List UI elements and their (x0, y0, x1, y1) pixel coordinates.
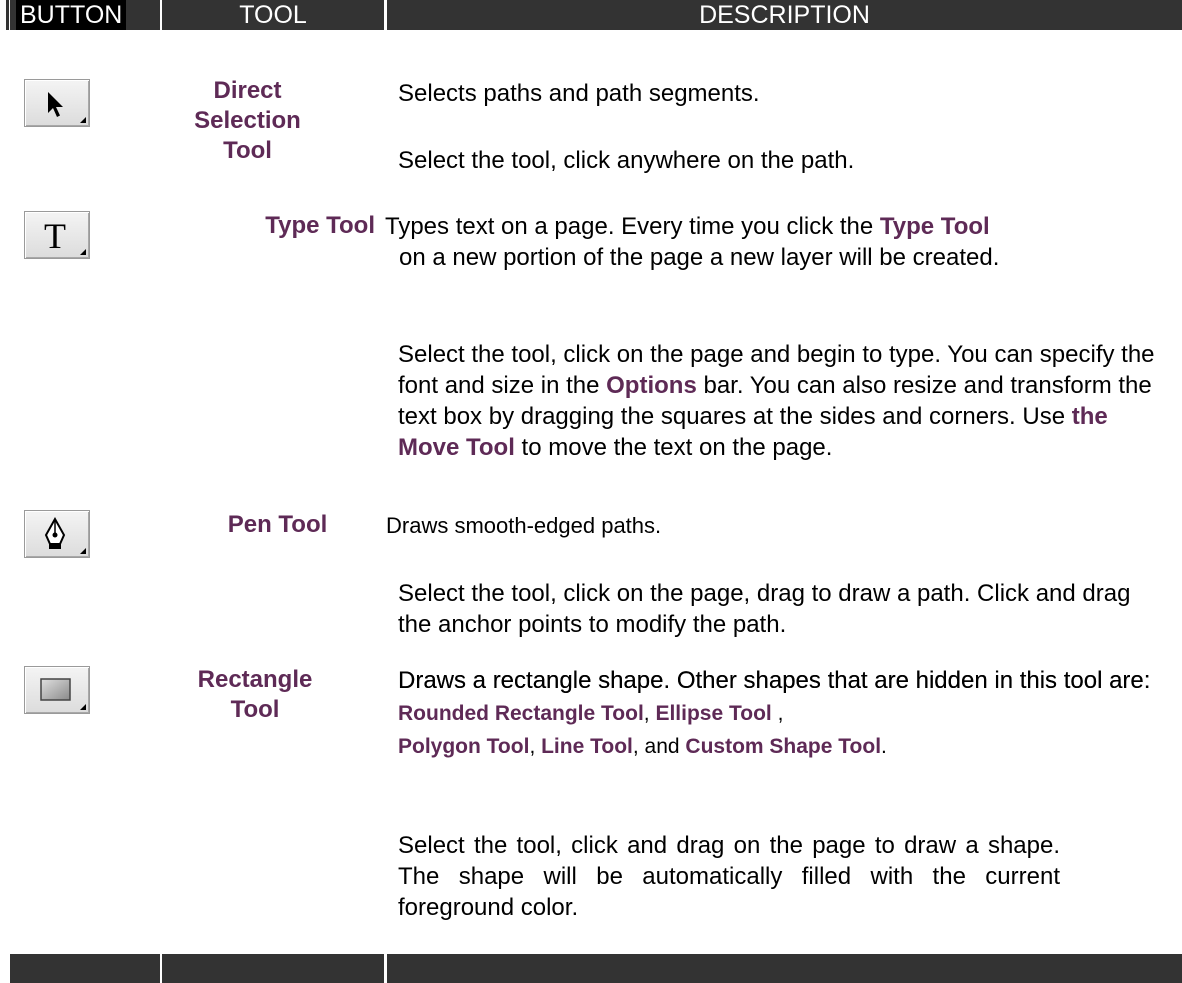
tool-name-line: Tool (223, 137, 272, 164)
highlight-line-tool: Line Tool (541, 735, 633, 758)
highlight-ellipse-tool: Ellipse Tool (655, 702, 772, 725)
header-left-edge (6, 0, 9, 30)
rectangle-description-full: Draws a rectangle shape. Other shapes th… (398, 665, 1180, 763)
highlight-options: Options (606, 372, 697, 399)
description-text: . (881, 735, 887, 758)
header-button-label: BUTTON (16, 0, 127, 30)
flyout-indicator-icon (80, 548, 86, 554)
tool-name-rectangle: Rectangle Tool (190, 665, 320, 725)
highlight-polygon-tool: Polygon Tool (398, 735, 530, 758)
tool-name-pen: Pen Tool (227, 511, 328, 538)
description-text: , (529, 735, 542, 758)
direct-selection-tool-button[interactable] (24, 79, 90, 127)
tool-name-line: Direct (213, 77, 282, 104)
footer-tool-cell (162, 954, 384, 983)
pen-tool-button[interactable] (24, 510, 90, 558)
description-text: , (643, 702, 656, 725)
tool-usage: Select the tool, click anywhere on the p… (398, 147, 855, 174)
highlight-rounded-rectangle-tool: Rounded Rectangle Tool (398, 702, 644, 725)
description-text: Types text on a page. Every time you cli… (385, 213, 880, 240)
tool-name-direct-selection: Direct Selection Tool (180, 76, 315, 166)
tool-description: Selects paths and path segments. (398, 80, 760, 107)
tool-usage: Select the tool, click and drag on the p… (398, 832, 1060, 921)
description-text: , (771, 702, 784, 725)
tool-description: Draws smooth-edged paths. (386, 513, 662, 538)
footer-description-cell (387, 954, 1182, 983)
tool-name-type: Type Tool (265, 212, 375, 239)
tool-usage: Select the tool, click on the page, drag… (398, 580, 1131, 638)
tool-name-line: Selection (194, 107, 301, 134)
flyout-indicator-icon (80, 249, 86, 255)
description-text: Draws a rectangle shape. Other shapes th… (398, 667, 1151, 694)
header-description-label: DESCRIPTION (387, 0, 1182, 30)
highlight-tool-name: Type Tool (879, 213, 990, 240)
header-tool-label: TOOL (162, 0, 384, 30)
description-text: , and (632, 735, 686, 758)
header-button-column: BUTTON (10, 0, 160, 30)
tool-name-line: Rectangle (197, 666, 313, 693)
type-tool-button[interactable]: T (24, 211, 90, 259)
highlight-custom-shape-tool: Custom Shape Tool (685, 735, 882, 758)
tool-description: Types text on a page. Every time you cli… (385, 211, 1175, 273)
usage-text: to move the text on the page. (514, 434, 833, 461)
tool-name-line: Tool (230, 696, 280, 723)
flyout-indicator-icon (80, 117, 86, 123)
description-text: on a new portion of the page a new layer… (399, 244, 1000, 271)
rectangle-tool-button[interactable] (24, 666, 90, 714)
footer-button-cell (10, 954, 160, 983)
flyout-indicator-icon (80, 704, 86, 710)
svg-text:T: T (44, 216, 66, 256)
tool-usage: Select the tool, click on the page and b… (398, 339, 1158, 463)
